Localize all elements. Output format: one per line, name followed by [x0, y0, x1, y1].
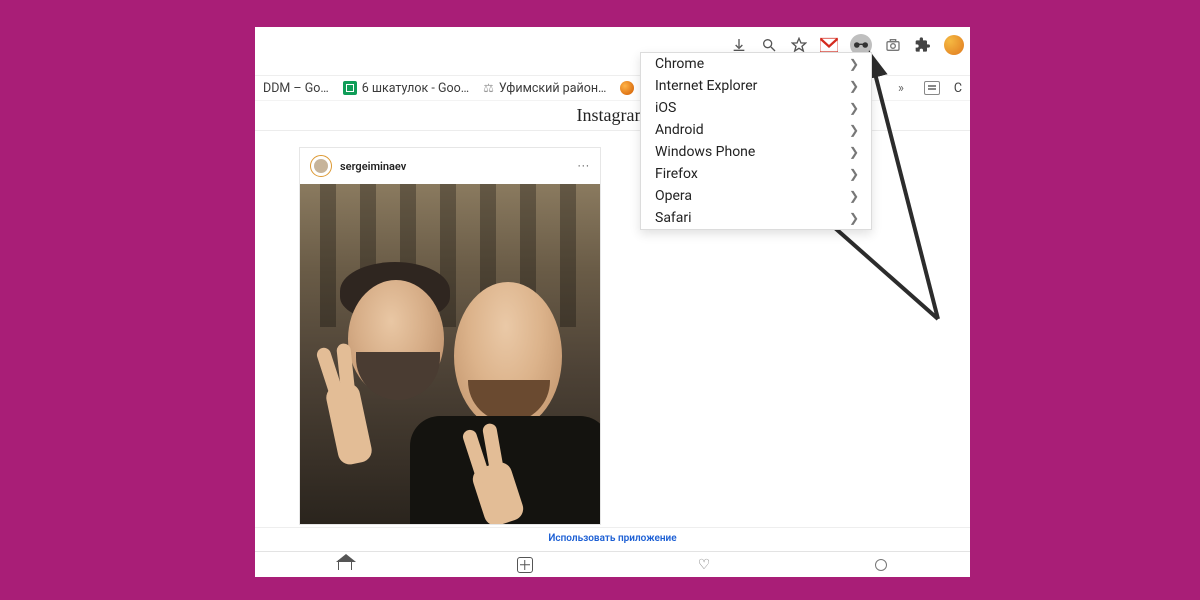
- post-avatar-icon[interactable]: [310, 155, 332, 177]
- bookmark-item[interactable]: ⚖ Уфимский район…: [483, 81, 606, 96]
- post-menu-icon[interactable]: ···: [578, 159, 590, 173]
- dropdown-label: Internet Explorer: [655, 78, 757, 94]
- nav-heart-icon[interactable]: ♡: [698, 557, 711, 573]
- camera-icon[interactable]: [884, 36, 902, 54]
- dropdown-label: Windows Phone: [655, 144, 755, 160]
- bookmark-label: 6 шкатулок - Goo…: [362, 81, 469, 96]
- chevron-right-icon: ❯: [849, 145, 859, 159]
- reading-list-icon[interactable]: [924, 81, 940, 95]
- dropdown-label: Chrome: [655, 56, 704, 72]
- dropdown-item-windows-phone[interactable]: Windows Phone ❯: [641, 141, 871, 163]
- chevron-right-icon: ❯: [849, 211, 859, 225]
- instagram-cta[interactable]: Использовать приложение: [255, 527, 970, 549]
- dropdown-label: Android: [655, 122, 704, 138]
- chevron-right-icon: ❯: [849, 57, 859, 71]
- nav-home-icon[interactable]: [338, 560, 352, 570]
- extensions-icon[interactable]: [914, 36, 932, 54]
- instagram-post: sergeiminaev ···: [299, 147, 601, 525]
- bookmark-label: DDM – Go…: [263, 81, 329, 96]
- dropdown-item-android[interactable]: Android ❯: [641, 119, 871, 141]
- orange-icon: [620, 81, 634, 95]
- dropdown-item-ie[interactable]: Internet Explorer ❯: [641, 75, 871, 97]
- bookmark-item[interactable]: 6 шкатулок - Goo…: [343, 81, 469, 96]
- nav-profile-icon[interactable]: [875, 559, 887, 571]
- dropdown-label: iOS: [655, 100, 676, 116]
- instagram-logo[interactable]: Instagram: [577, 105, 649, 126]
- dropdown-item-firefox[interactable]: Firefox ❯: [641, 163, 871, 185]
- dropdown-item-chrome[interactable]: Chrome ❯: [641, 53, 871, 75]
- sheets-icon: [343, 81, 357, 95]
- nav-add-icon[interactable]: [517, 557, 533, 573]
- dropdown-label: Firefox: [655, 166, 698, 182]
- chevron-right-icon: ❯: [849, 79, 859, 93]
- profile-avatar-icon[interactable]: [944, 35, 964, 55]
- bookmark-item[interactable]: [620, 81, 634, 95]
- bookmark-label: Уфимский район…: [499, 81, 607, 96]
- scales-icon: ⚖: [483, 81, 494, 95]
- post-photo[interactable]: [300, 184, 600, 524]
- instagram-nav: ♡: [255, 551, 970, 577]
- dropdown-item-opera[interactable]: Opera ❯: [641, 185, 871, 207]
- post-header: sergeiminaev ···: [300, 148, 600, 184]
- chevron-right-icon: ❯: [849, 167, 859, 181]
- bookmark-item[interactable]: DDM – Go…: [263, 81, 329, 96]
- dropdown-item-ios[interactable]: iOS ❯: [641, 97, 871, 119]
- user-agent-dropdown: Chrome ❯ Internet Explorer ❯ iOS ❯ Andro…: [640, 52, 872, 230]
- bookmark-tail: C: [954, 81, 962, 96]
- dropdown-label: Opera: [655, 188, 692, 204]
- chevron-right-icon: ❯: [849, 189, 859, 203]
- bookmark-overflow[interactable]: »: [892, 81, 910, 96]
- dropdown-item-safari[interactable]: Safari ❯: [641, 207, 871, 229]
- post-username[interactable]: sergeiminaev: [340, 160, 406, 173]
- chevron-right-icon: ❯: [849, 123, 859, 137]
- chevron-right-icon: ❯: [849, 101, 859, 115]
- dropdown-label: Safari: [655, 210, 692, 226]
